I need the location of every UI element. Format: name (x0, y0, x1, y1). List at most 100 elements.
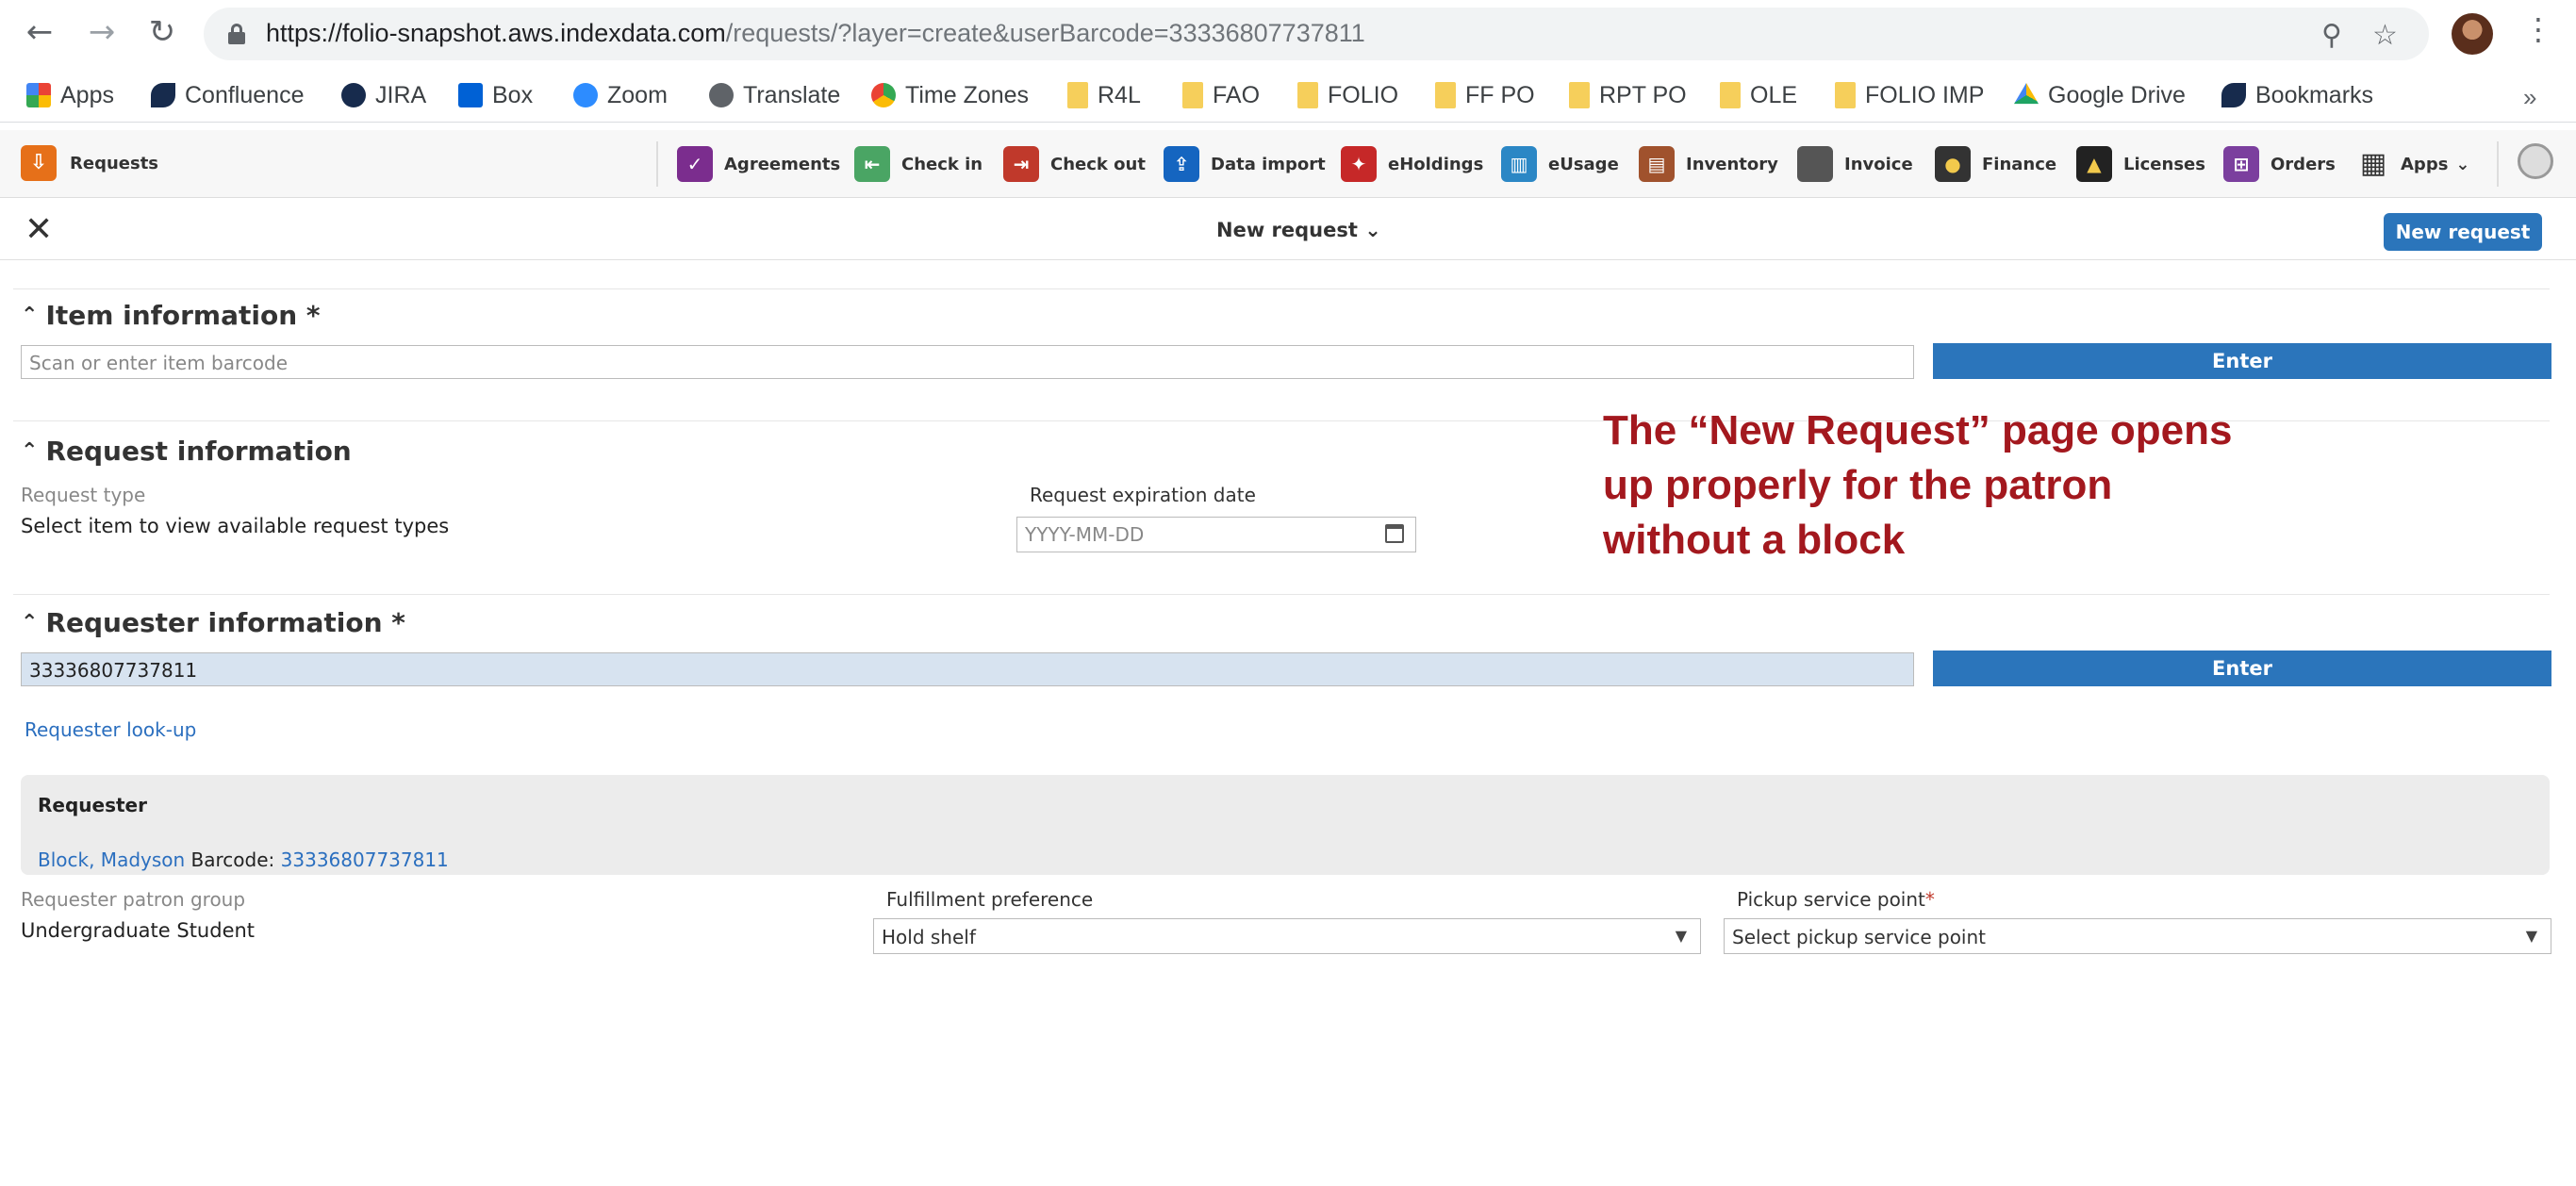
bookmark-folio[interactable]: FOLIO (1297, 79, 1398, 111)
check-out-icon: ⇥ (1003, 146, 1039, 182)
bookmark-r4l[interactable]: R4L (1067, 79, 1141, 111)
bookmark-bookmarks[interactable]: Bookmarks (2221, 79, 2373, 111)
arrow-right-icon[interactable]: → (83, 13, 121, 51)
bookmark-rpt-po[interactable]: RPT PO (1569, 79, 1687, 111)
caret-down-icon: ▼ (2525, 927, 2537, 945)
nav-app-inventory[interactable]: ▤ Inventory (1639, 145, 1778, 183)
requester-barcode-input[interactable]: 33336807737811 (21, 652, 1914, 686)
bookmark-apps[interactable]: Apps (26, 79, 114, 111)
folder-icon (1297, 82, 1318, 108)
close-icon[interactable]: ✕ (25, 211, 53, 249)
profile-icon[interactable] (2518, 143, 2553, 179)
folder-icon (1720, 82, 1741, 108)
box-icon (458, 83, 483, 107)
patron-group-value: Undergraduate Student (21, 919, 256, 942)
check-in-icon: ⇤ (854, 146, 890, 182)
requester-information-heading[interactable]: ⌃ Requester information * (21, 607, 405, 638)
requester-name-link[interactable]: Block, Madyson (38, 848, 185, 871)
jira-icon (341, 83, 366, 107)
nav-app-eusage[interactable]: ▥ eUsage (1501, 145, 1619, 183)
calendar-icon[interactable] (1385, 524, 1404, 543)
nav-app-licenses[interactable]: ▲ Licenses (2076, 145, 2205, 183)
caret-down-icon: ▼ (1675, 927, 1687, 945)
requester-lookup-link[interactable]: Requester look-up (25, 718, 196, 741)
fulfillment-preference-label: Fulfillment preference (886, 888, 1094, 911)
pane-title-dropdown[interactable]: New request ⌄ (1216, 219, 1381, 241)
bookmark-ff-po[interactable]: FF PO (1435, 79, 1535, 111)
bookmark-box[interactable]: Box (458, 79, 533, 111)
nav-app-check-in[interactable]: ⇤ Check in (854, 145, 983, 183)
zoom-icon[interactable]: ⚲ (2321, 19, 2342, 52)
bookmark-google-drive[interactable]: Google Drive (2014, 79, 2186, 111)
new-request-button[interactable]: New request (2384, 213, 2542, 251)
item-enter-button[interactable]: Enter (1933, 343, 2551, 379)
pickup-service-point-select[interactable]: Select pickup service point ▼ (1724, 918, 2551, 954)
chevron-double-right-icon[interactable]: » (2523, 83, 2536, 112)
chevron-down-icon: ⌄ (2455, 154, 2470, 174)
folder-icon (1067, 82, 1088, 108)
nav-app-eholdings[interactable]: ✦ eHoldings (1341, 145, 1483, 183)
pane-header: ✕ New request ⌄ New request (0, 202, 2576, 260)
item-barcode-input[interactable]: Scan or enter item barcode (21, 345, 1914, 379)
requester-barcode-link[interactable]: 33336807737811 (281, 848, 449, 871)
zoom-app-icon (573, 83, 598, 107)
inventory-icon: ▤ (1639, 146, 1675, 182)
licenses-icon: ▲ (2076, 146, 2112, 182)
google-drive-icon (2014, 83, 2039, 105)
data-import-icon: ⇪ (1164, 146, 1199, 182)
bookmark-confluence[interactable]: Confluence (151, 79, 304, 111)
requester-enter-button[interactable]: Enter (1933, 651, 2551, 686)
patron-group-label: Requester patron group (21, 888, 246, 911)
requester-card-title: Requester (38, 794, 147, 816)
nav-app-finance[interactable]: ● Finance (1935, 145, 2056, 183)
nav-app-data-import[interactable]: ⇪ Data import (1164, 145, 1326, 183)
nav-app-orders[interactable]: ⊞ Orders (2223, 145, 2336, 183)
apps-grid-icon: ▦ (2359, 147, 2387, 180)
folder-icon (1569, 82, 1590, 108)
globe-icon (709, 83, 734, 107)
nav-app-apps-menu[interactable]: ▦ Apps ⌄ (2357, 145, 2470, 183)
avatar[interactable] (2452, 13, 2493, 55)
orders-icon: ⊞ (2223, 146, 2259, 182)
requests-icon: ⇩ (21, 145, 57, 181)
requester-details: Block, Madyson Barcode: 33336807737811 (38, 848, 449, 871)
fulfillment-preference-select[interactable]: Hold shelf ▼ (873, 918, 1701, 954)
url-text[interactable]: https://folio-snapshot.aws.indexdata.com… (266, 19, 1365, 48)
confluence-icon (151, 83, 175, 107)
section-divider (13, 594, 2550, 595)
address-bar[interactable]: https://folio-snapshot.aws.indexdata.com… (204, 8, 2429, 60)
bookmark-zoom[interactable]: Zoom (573, 79, 668, 111)
request-information-heading[interactable]: ⌃ Request information (21, 436, 352, 467)
request-type-value: Select item to view available request ty… (21, 515, 450, 537)
lock-icon (228, 24, 245, 44)
bookmark-ole[interactable]: OLE (1720, 79, 1797, 111)
nav-divider (656, 141, 658, 187)
eholdings-icon: ✦ (1341, 146, 1377, 182)
current-app-requests[interactable]: ⇩ Requests (21, 145, 158, 181)
menu-kebab-icon[interactable]: ⋮ (2523, 11, 2553, 47)
pickup-service-point-label: Pickup service point* (1737, 888, 1935, 911)
item-information-heading[interactable]: ⌃ Item information * (21, 300, 321, 331)
time-zones-icon (871, 83, 896, 107)
confluence-icon (2221, 83, 2246, 107)
bookmark-fao[interactable]: FAO (1182, 79, 1260, 111)
request-expiration-input[interactable]: YYYY-MM-DD (1016, 517, 1416, 552)
requester-card: Requester Block, Madyson Barcode: 333368… (21, 775, 2550, 875)
arrow-left-icon[interactable]: ← (21, 13, 58, 51)
nav-app-check-out[interactable]: ⇥ Check out (1003, 145, 1146, 183)
bookmark-translate[interactable]: Translate (709, 79, 840, 111)
section-divider (13, 288, 2550, 289)
annotation-text: The “New Request” page opens up properly… (1603, 407, 2233, 563)
star-icon[interactable]: ☆ (2372, 19, 2398, 52)
agreements-icon: ✓ (677, 146, 713, 182)
nav-app-invoice[interactable]: Invoice (1797, 145, 1913, 183)
bookmark-time-zones[interactable]: Time Zones (871, 79, 1029, 111)
request-type-label: Request type (21, 484, 146, 506)
reload-icon[interactable]: ↻ (143, 13, 181, 51)
chevron-down-icon: ⌄ (1364, 219, 1381, 241)
bookmark-folio-imp[interactable]: FOLIO IMP (1835, 79, 1984, 111)
bookmark-jira[interactable]: JIRA (341, 79, 426, 111)
folder-icon (1182, 82, 1203, 108)
nav-app-agreements[interactable]: ✓ Agreements (677, 145, 840, 183)
eusage-icon: ▥ (1501, 146, 1537, 182)
